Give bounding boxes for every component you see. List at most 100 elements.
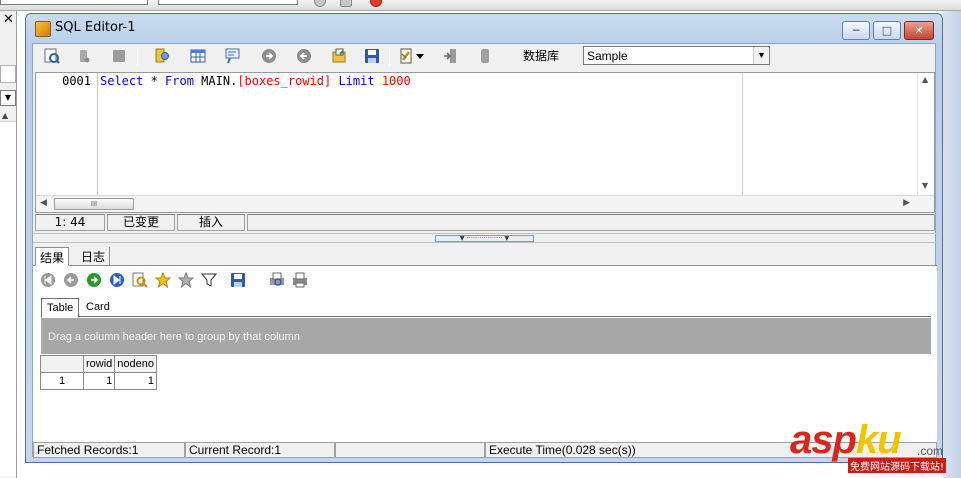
grid-corner[interactable]	[40, 355, 84, 373]
right-margin-line	[742, 73, 743, 195]
editor-status-bar: 1: 44 已变更 插入	[35, 214, 935, 231]
outer-app-toolbar	[0, 0, 961, 11]
watermark-asp: asp	[790, 418, 857, 462]
editor-horizontal-scrollbar[interactable]: ◀ III ▶	[36, 195, 934, 212]
site-watermark-logo: aspku .com 免费网站源码下载站!	[790, 418, 960, 476]
outer-toolbar-button[interactable]	[340, 0, 352, 7]
outer-toolbar-combo[interactable]	[158, 0, 298, 5]
cursor-position: 1: 44	[35, 214, 105, 231]
watermark-domain: .com	[917, 444, 944, 458]
modified-status: 已变更	[107, 214, 175, 231]
pane-splitter[interactable]: ▼ ··················· ▼	[33, 233, 937, 243]
splitter-grip[interactable]: ▼ ··················· ▼	[435, 235, 534, 242]
scroll-right-icon[interactable]: ▶	[903, 198, 910, 208]
find-icon[interactable]	[131, 271, 149, 289]
scroll-up-icon[interactable]: ▲	[922, 75, 928, 84]
export-icon[interactable]	[441, 47, 459, 65]
watermark-ku: ku	[855, 418, 902, 462]
insert-mode-status: 插入	[177, 214, 245, 231]
stop-icon[interactable]	[75, 47, 93, 65]
keyword-select: Select	[100, 74, 144, 88]
watermark-text: aspku	[790, 418, 902, 462]
left-panel-dropdown[interactable]: ▼	[0, 90, 16, 106]
pause-icon[interactable]	[110, 47, 128, 65]
grid-icon[interactable]	[189, 47, 207, 65]
sql-editor-app-icon	[35, 21, 51, 37]
title-bar[interactable]: SQL Editor-1 ─ □ ✕	[26, 14, 942, 43]
result-grid[interactable]: rowid nodeno 1 1 1	[40, 355, 158, 390]
close-panel-icon[interactable]: ✕	[2, 13, 15, 27]
execute-icon[interactable]	[43, 47, 61, 65]
scroll-thumb[interactable]: III	[54, 198, 134, 210]
filter-icon[interactable]	[200, 271, 218, 289]
column-header-rowid[interactable]: rowid	[82, 355, 116, 373]
table-row[interactable]: 1 1 1	[40, 372, 158, 390]
scroll-up-icon[interactable]: ▲	[2, 111, 8, 120]
cell-nodeno[interactable]: 1	[114, 372, 158, 390]
keyword-limit: Limit	[331, 74, 375, 88]
first-record-icon[interactable]	[39, 271, 57, 289]
sql-code-editor[interactable]: 0001 Select * From MAIN.[boxes_rowid] Li…	[35, 72, 935, 213]
scroll-left-icon[interactable]: ◀	[40, 198, 47, 208]
scroll-down-icon[interactable]: ▼	[922, 181, 928, 190]
right-background-strip	[943, 11, 961, 478]
outer-toolbar-field[interactable]	[0, 0, 148, 5]
dropdown-arrow-icon[interactable]	[414, 47, 426, 65]
favorite-icon[interactable]	[154, 271, 172, 289]
prev-record-icon[interactable]	[62, 271, 80, 289]
save-icon[interactable]	[229, 271, 247, 289]
limit-value: 1000	[374, 74, 411, 88]
tab-card-view[interactable]: Card	[81, 298, 115, 318]
close-button[interactable]: ✕	[904, 21, 934, 40]
editor-client-area: 数据库 Sample ▼ 0001 Select * From MAIN.[bo…	[32, 43, 937, 458]
column-header-nodeno[interactable]: nodeno	[114, 355, 158, 373]
minimize-button[interactable]: ─	[842, 21, 870, 40]
toolbar-separator	[137, 48, 138, 66]
editor-vertical-scrollbar[interactable]: ▲ ▼	[917, 73, 934, 195]
print-icon[interactable]	[291, 271, 309, 289]
clear-icon[interactable]	[476, 47, 494, 65]
last-record-icon[interactable]	[108, 271, 126, 289]
database-select-value: Sample	[587, 49, 628, 63]
database-label: 数据库	[523, 49, 560, 63]
editor-toolbar: 数据库 Sample ▼	[33, 44, 935, 70]
sql-helper-icon[interactable]	[153, 47, 171, 65]
left-panel-scroll-track[interactable]	[0, 121, 16, 477]
outer-toolbar-button[interactable]	[314, 0, 326, 7]
watermark-slogan: 免费网站源码下载站!	[848, 458, 947, 473]
cell-rowid[interactable]: 1	[82, 372, 116, 390]
database-select[interactable]: Sample ▼	[583, 46, 770, 65]
save-icon[interactable]	[363, 47, 381, 65]
view-tab-bar: Table Card	[41, 296, 931, 318]
outer-stop-icon[interactable]	[370, 0, 382, 7]
toolbar-separator	[389, 48, 390, 66]
sql-code-line[interactable]: Select * From MAIN.[boxes_rowid] Limit 1…	[100, 74, 411, 88]
print-preview-icon[interactable]	[268, 271, 286, 289]
fetched-records: Fetched Records:1	[33, 442, 185, 458]
row-number[interactable]: 1	[40, 372, 84, 390]
forward-icon[interactable]	[260, 47, 278, 65]
keyword-from: From	[165, 74, 194, 88]
chevron-down-icon[interactable]: ▼	[753, 47, 769, 64]
current-record: Current Record:1	[185, 442, 335, 458]
maximize-button[interactable]: □	[873, 21, 901, 40]
result-tab-bar: 结果 日志	[33, 245, 937, 266]
status-blank	[335, 442, 485, 458]
back-icon[interactable]	[295, 47, 313, 65]
code-star: *	[143, 74, 166, 88]
status-empty	[247, 214, 935, 231]
tab-log[interactable]: 日志	[77, 247, 111, 266]
tab-results[interactable]: 结果	[35, 247, 70, 266]
line-number-gutter: 0001	[36, 73, 98, 195]
schema-name: MAIN.	[193, 74, 238, 88]
open-file-icon[interactable]	[330, 47, 348, 65]
window-title: SQL Editor-1	[55, 20, 136, 35]
next-record-icon[interactable]	[85, 271, 103, 289]
line-number: 0001	[62, 74, 91, 88]
left-panel-field[interactable]	[0, 65, 16, 83]
favorites-list-icon[interactable]	[177, 271, 195, 289]
comment-icon[interactable]	[224, 47, 242, 65]
group-by-panel[interactable]: Drag a column header here to group by th…	[41, 318, 931, 354]
tab-table-view[interactable]: Table	[41, 298, 80, 318]
sql-editor-window: SQL Editor-1 ─ □ ✕ 数据库 Sample ▼ 0001 Sel…	[25, 13, 943, 463]
